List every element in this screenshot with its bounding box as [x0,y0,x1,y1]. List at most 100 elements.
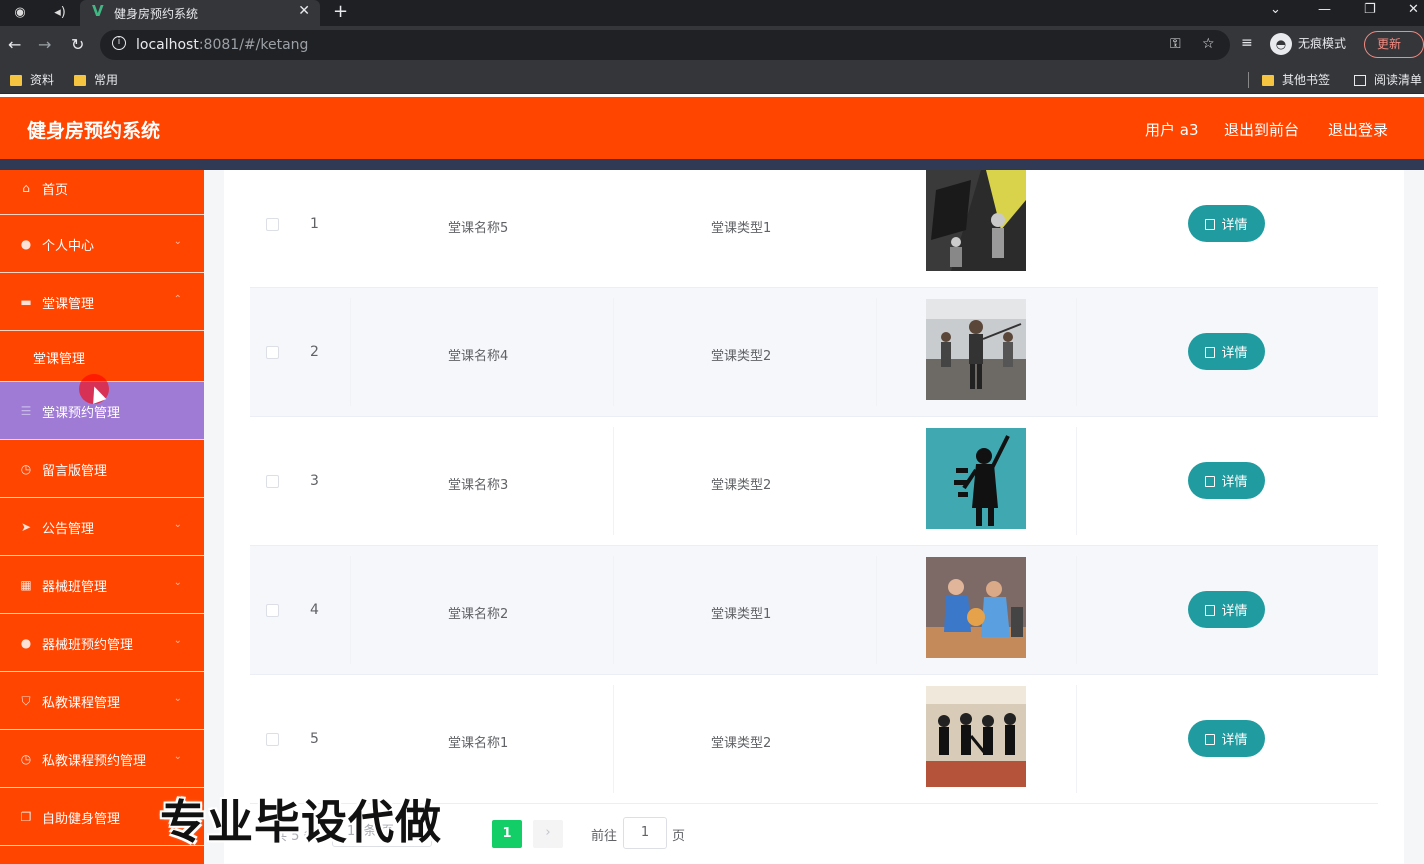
class-type: 堂课类型2 [711,478,772,493]
content-panel: 1 堂课名称5 堂课类型1 详情 2 堂课名称4 堂课类型2 详情 3 堂课名称… [224,170,1404,864]
forward-icon[interactable]: → [38,35,51,54]
next-page-button[interactable]: › [533,820,563,848]
user-icon: ● [20,237,32,251]
reading-list[interactable]: 阅读清单 [1354,71,1422,88]
incognito-icon: ◓ [1270,33,1292,55]
column-divider [613,556,614,664]
reading-list-icon [1354,75,1366,86]
table-row: 4 堂课名称2 堂课类型1 详情 [250,546,1378,675]
column-divider [876,556,877,664]
bookmarks-bar: 资料 常用 其他书签 阅读清单 [0,64,1424,94]
class-type: 堂课类型2 [711,349,772,364]
row-checkbox[interactable] [266,218,279,231]
class-name: 堂课名称3 [448,478,509,493]
sidebar-item-notice[interactable]: ➤ 公告管理 ⌄ [0,498,204,556]
star-icon[interactable]: ☆ [1202,36,1215,52]
back-icon[interactable]: ← [8,35,21,54]
back-to-front-link[interactable]: 退出到前台 [1224,119,1299,140]
chevron-down-icon: ⌄ [173,693,182,704]
column-divider [876,298,877,406]
column-divider [1076,298,1077,406]
class-table: 1 堂课名称5 堂课类型1 详情 2 堂课名称4 堂课类型2 详情 3 堂课名称… [250,170,1378,804]
document-icon [1205,605,1216,616]
update-button[interactable]: 更新 [1364,31,1424,58]
reading-list-icon[interactable]: ≡ [1241,35,1253,51]
app-title: 健身房预约系统 [27,120,161,142]
detail-button[interactable]: 详情 [1188,591,1265,628]
incognito-indicator[interactable]: ◓ 无痕模式 [1270,33,1346,55]
browser-menu-icon[interactable]: ◉ [10,3,30,23]
detail-button[interactable]: 详情 [1188,720,1265,757]
sidebar-subitem-class-manage[interactable]: 堂课管理 [0,331,204,382]
chevron-right-icon: › [545,825,551,840]
goto-label: 前往 [591,829,618,844]
other-bookmarks[interactable]: 其他书签 [1262,71,1330,88]
chevron-down-icon: ⌄ [173,236,182,247]
column-divider [1076,685,1077,793]
row-index: 5 [310,731,319,747]
class-type: 堂课类型2 [711,736,772,751]
document-icon [1205,476,1216,487]
chevron-down-icon: ⌄ [173,635,182,646]
column-divider [350,556,351,664]
bookmark-folder[interactable]: 常用 [74,71,118,88]
speaker-icon[interactable]: ◂) [50,3,70,23]
sidebar-item-private-course[interactable]: ⛉ 私教课程管理 ⌄ [0,672,204,730]
send-icon: ➤ [20,520,32,534]
logout-link[interactable]: 退出登录 [1328,119,1388,140]
key-icon[interactable]: ⚿ [1170,36,1181,52]
browser-tab[interactable]: V 健身房预约系统 ✕ [80,0,320,26]
folder-icon [10,75,22,86]
detail-button[interactable]: 详情 [1188,462,1265,499]
table-row: 3 堂课名称3 堂课类型2 详情 [250,417,1378,546]
class-image [926,170,1026,271]
url-text[interactable]: localhost:8081/#/ketang [136,37,308,53]
reload-icon[interactable]: ↻ [71,35,84,54]
sidebar-item-class-manage[interactable]: ▬ 堂课管理 ⌃ [0,273,204,331]
column-divider [1076,556,1077,664]
address-bar: ← → ↻ i localhost:8081/#/ketang ⚿ ☆ ≡ ◓ 无… [0,26,1424,64]
page-number-current[interactable]: 1 [492,820,522,848]
bookmark-divider [1248,72,1249,88]
new-tab-icon[interactable]: + [333,1,348,22]
chevron-up-icon: ⌃ [173,294,182,305]
sidebar: ⌂ 首页 ● 个人中心 ⌄ ▬ 堂课管理 ⌃ 堂课管理 ☰ 堂课预约管理 ◷ 留… [0,170,204,864]
class-image [926,428,1026,529]
chevron-down-icon: ⌄ [173,577,182,588]
row-index: 1 [310,216,319,232]
row-checkbox[interactable] [266,604,279,617]
sidebar-item-private-booking[interactable]: ◷ 私教课程预约管理 ⌄ [0,730,204,788]
url-box[interactable]: i localhost:8081/#/ketang ⚿ ☆ [100,30,1230,60]
column-divider [613,427,614,535]
sidebar-item-equipment-booking[interactable]: ● 器械班预约管理 ⌄ [0,614,204,672]
list-icon: ☰ [20,404,32,418]
close-window-icon[interactable]: ✕ [1408,2,1419,17]
shield-icon: ⛉ [21,694,31,708]
briefcase-icon: ▬ [20,295,32,309]
tab-close-icon[interactable]: ✕ [298,3,310,19]
minimize-icon[interactable]: — [1318,2,1331,17]
goto-page-input[interactable]: 1 [623,817,667,849]
sidebar-item-equipment-class[interactable]: ▦ 器械班管理 ⌄ [0,556,204,614]
column-divider [613,685,614,793]
sidebar-item-profile[interactable]: ● 个人中心 ⌄ [0,215,204,273]
tab-search-icon[interactable]: ⌄ [1270,2,1281,17]
table-row: 5 堂课名称1 堂课类型2 详情 [250,675,1378,804]
detail-button[interactable]: 详情 [1188,205,1265,242]
row-checkbox[interactable] [266,346,279,359]
sidebar-item-home[interactable]: ⌂ 首页 [0,170,204,215]
class-image [926,557,1026,658]
row-checkbox[interactable] [266,733,279,746]
detail-button[interactable]: 详情 [1188,333,1265,370]
header-divider [0,159,1424,170]
sidebar-item-message-board[interactable]: ◷ 留言版管理 [0,440,204,498]
column-divider [613,298,614,406]
page-suffix-label: 页 [672,829,686,844]
row-checkbox[interactable] [266,475,279,488]
chevron-down-icon: ⌄ [173,519,182,530]
site-info-icon[interactable]: i [112,36,126,50]
restore-icon[interactable]: ❐ [1364,2,1376,17]
bookmark-folder[interactable]: 资料 [10,71,54,88]
grid-icon: ▦ [20,578,32,592]
user-label[interactable]: 用户 a3 [1145,119,1199,140]
